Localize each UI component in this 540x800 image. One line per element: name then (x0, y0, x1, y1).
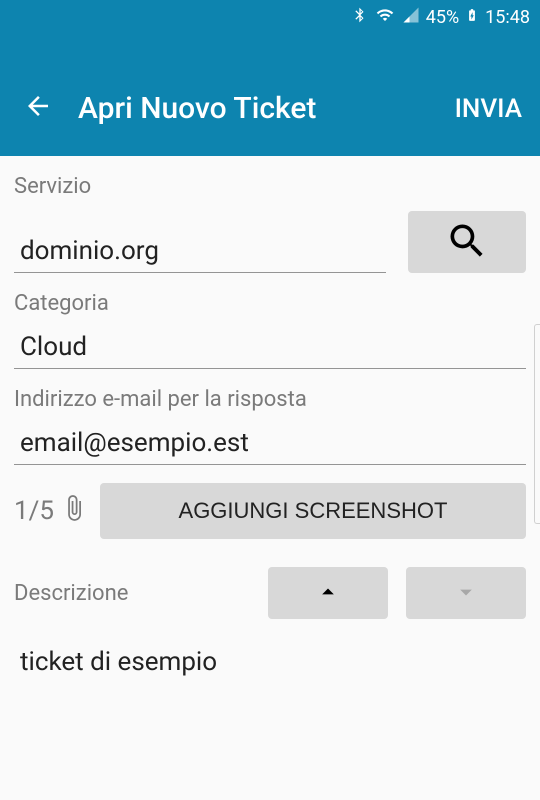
arrow-down-icon (452, 578, 480, 609)
move-down-button[interactable] (406, 567, 526, 619)
attachment-icon (60, 494, 88, 529)
search-button[interactable] (408, 211, 526, 273)
back-button[interactable] (18, 86, 58, 126)
email-label: Indirizzo e-mail per la risposta (14, 387, 526, 412)
signal-icon (402, 6, 420, 29)
ticket-form: Servizio Categoria Indirizzo e-mail per … (0, 156, 540, 677)
clock: 15:48 (485, 7, 530, 28)
bluetooth-icon (352, 5, 368, 30)
category-label: Categoria (14, 291, 526, 316)
email-input[interactable] (14, 424, 526, 465)
search-icon (445, 219, 489, 266)
description-label: Descrizione (14, 581, 250, 606)
battery-percent: 45% (426, 7, 459, 28)
page-title: Apri Nuovo Ticket (78, 91, 455, 126)
description-text[interactable]: ticket di esempio (14, 647, 526, 677)
app-bar: Apri Nuovo Ticket INVIA (0, 34, 540, 156)
move-up-button[interactable] (268, 567, 388, 619)
arrow-up-icon (314, 578, 342, 609)
scroll-indicator[interactable] (534, 324, 540, 524)
category-input[interactable] (14, 328, 526, 369)
attachment-count: 1/5 (14, 494, 88, 529)
add-screenshot-button[interactable]: AGGIUNGI SCREENSHOT (100, 483, 526, 539)
service-label: Servizio (14, 174, 526, 199)
wifi-icon (374, 6, 396, 29)
service-input[interactable] (14, 232, 386, 273)
status-bar: 45% 15:48 (0, 0, 540, 34)
send-button[interactable]: INVIA (455, 94, 522, 126)
battery-icon (465, 4, 479, 31)
